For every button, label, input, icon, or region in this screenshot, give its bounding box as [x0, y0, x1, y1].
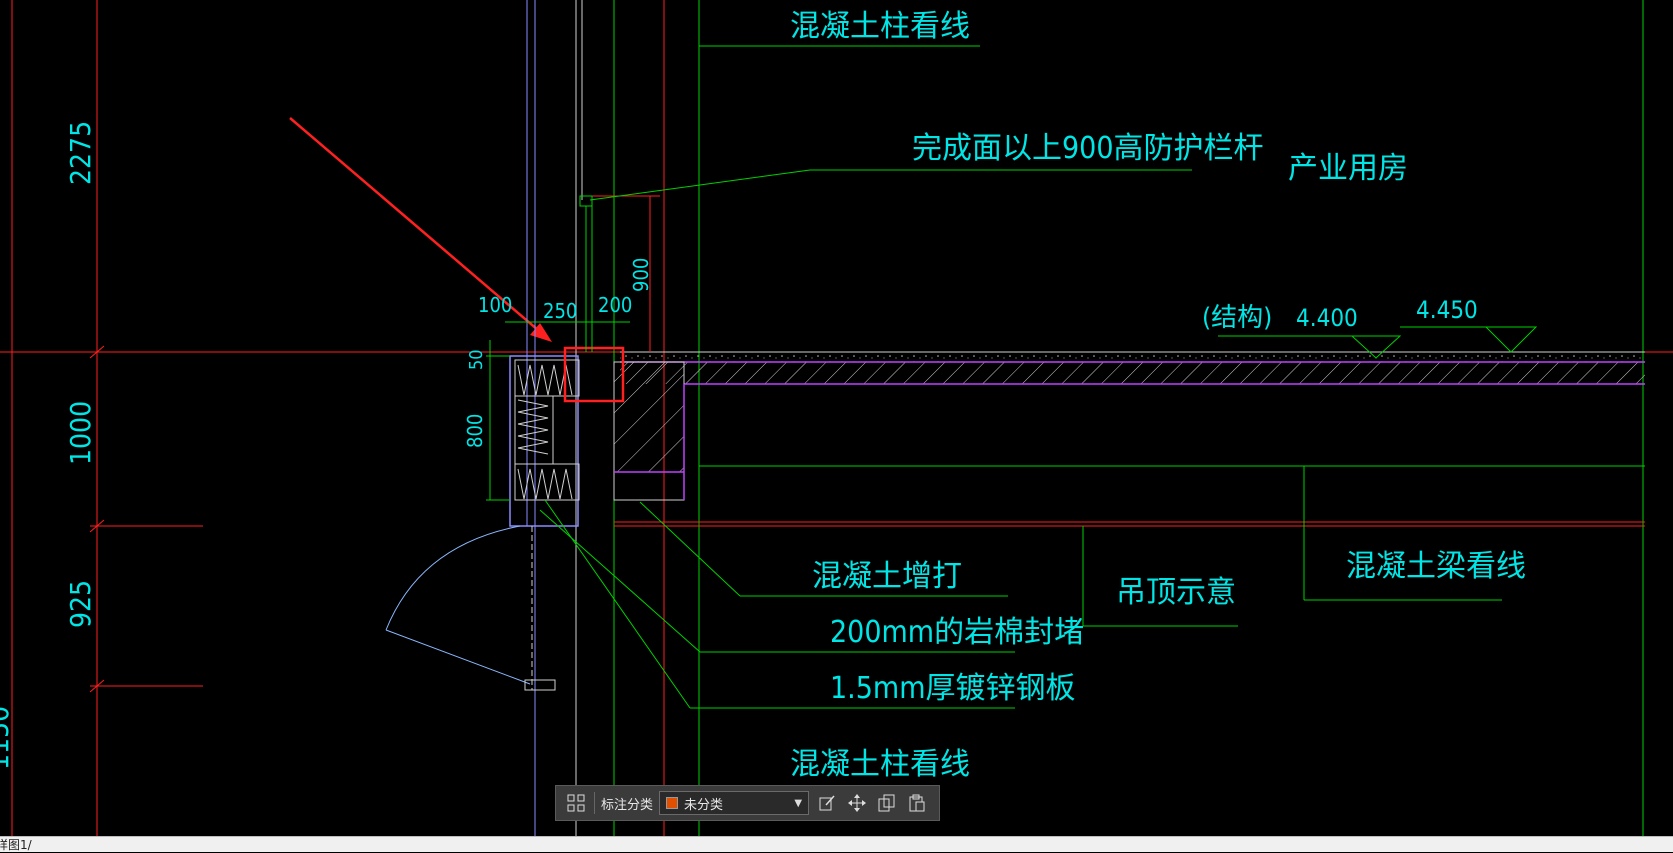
label-struct: (结构) [1202, 303, 1272, 333]
dim-800: 800 [463, 414, 487, 448]
paste-icon[interactable] [905, 791, 929, 815]
category-select[interactable]: 未分类 ▼ [659, 791, 810, 815]
dim-1150: 1150 [0, 706, 15, 770]
dim-925: 925 [64, 580, 97, 628]
edit-icon[interactable] [815, 791, 839, 815]
label-railing: 完成面以上900高防护栏杆 [912, 131, 1264, 166]
red-pointer-arrow [289, 117, 552, 342]
dim-1000: 1000 [64, 401, 97, 465]
wall-section [509, 355, 580, 527]
label-ceiling: 吊顶示意 [1116, 575, 1236, 610]
label-room: 产业用房 [1288, 151, 1408, 186]
chevron-down-icon: ▼ [794, 797, 803, 809]
dim-50: 50 [466, 349, 487, 370]
copy-icon[interactable] [875, 791, 899, 815]
category-value: 未分类 [684, 797, 724, 813]
cad-drawing: 2275 1000 925 1150 100 250 200 900 50 80… [0, 0, 1673, 836]
floor-slab [613, 351, 1645, 527]
label-rockwool: 200mm的岩棉封堵 [830, 615, 1084, 650]
sheet-tab[interactable]: 样图1/ [0, 838, 32, 852]
label-level-4400: 4.400 [1296, 304, 1358, 332]
door-swing [385, 525, 556, 691]
dim-2275: 2275 [64, 121, 97, 185]
label-column-bottom: 混凝土柱看线 [790, 747, 970, 782]
label-add-concrete: 混凝土增打 [812, 559, 962, 594]
label-level-4450: 4.450 [1416, 296, 1478, 324]
move-icon[interactable] [845, 791, 869, 815]
dim-100: 100 [478, 293, 512, 317]
toolbar-separator [594, 792, 595, 814]
cad-drawing-canvas[interactable]: 2275 1000 925 1150 100 250 200 900 50 80… [0, 0, 1673, 836]
annotation-toolbar: 标注分类 未分类 ▼ [555, 785, 940, 821]
category-label: 标注分类 [601, 797, 654, 813]
category-color-swatch [666, 797, 679, 809]
dim-900: 900 [629, 258, 653, 292]
status-bar: 样图1/ [0, 836, 1673, 852]
dim-200: 200 [598, 293, 632, 317]
grid-icon[interactable] [564, 791, 588, 815]
label-beam: 混凝土梁看线 [1346, 549, 1526, 584]
label-steel-plate: 1.5mm厚镀锌钢板 [830, 671, 1076, 706]
label-column-top: 混凝土柱看线 [790, 9, 970, 44]
dim-250: 250 [543, 299, 577, 323]
wall-lines [526, 0, 1644, 836]
left-dimension-chain [0, 0, 1673, 836]
